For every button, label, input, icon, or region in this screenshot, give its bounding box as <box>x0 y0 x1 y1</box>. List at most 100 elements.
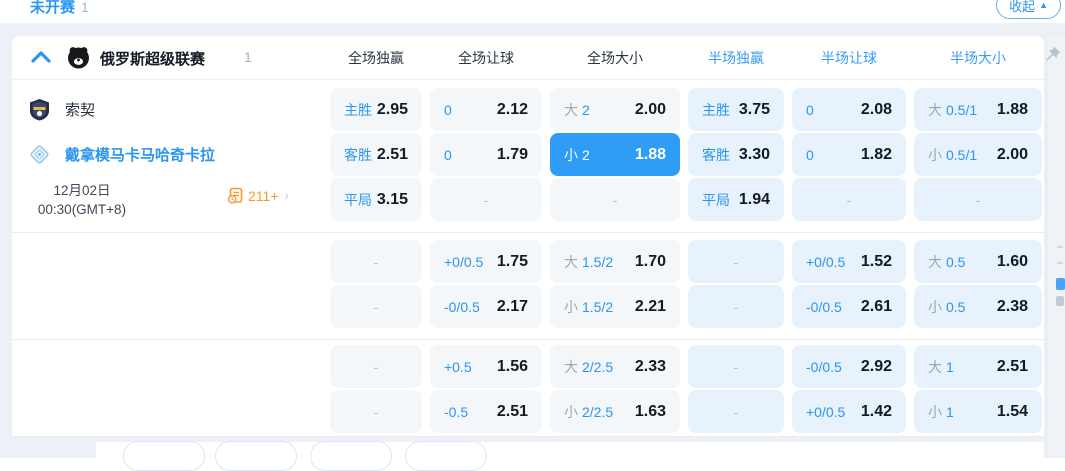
bet-label: -0.5 <box>444 404 468 420</box>
bet-label-prefix: 小 <box>928 403 942 420</box>
odds-row: 主胜 2.95 0 2.12 大 2 2.00 主胜 3.75 0 2.08 大 0.5/1 1.88 <box>330 88 1042 131</box>
odds-row: 平局 3.15- - 平局 1.94- - <box>330 178 1042 221</box>
bet-line: 1 <box>946 403 954 420</box>
odds-value: 1.70 <box>634 252 666 270</box>
odds-value: 2.38 <box>996 297 1028 315</box>
collapse-all-label: 收起 <box>1009 0 1036 14</box>
odds-cell-empty: - <box>330 390 422 433</box>
bet-line: 0.5 <box>946 253 966 270</box>
bet-line: 0 <box>806 101 814 118</box>
bet-label: +0/0.5 <box>806 404 845 420</box>
bottom-pill[interactable] <box>405 441 487 471</box>
odds-cell[interactable]: 大 0.5 1.60 <box>914 240 1042 283</box>
odds-cell[interactable]: +0/0.5 1.75 <box>430 240 542 283</box>
odds-cell[interactable]: +0/0.5 1.42 <box>792 390 906 433</box>
odds-cell[interactable]: 大 1.5/2 1.70 <box>550 240 680 283</box>
league-header-row[interactable]: 俄罗斯超级联赛 1 全场独赢 全场让球 全场大小 半场独赢 半场让球 半场大小 <box>12 36 1044 80</box>
odds-cell[interactable]: 平局 3.15 <box>330 178 422 221</box>
floating-widget-mark <box>1057 262 1063 264</box>
bet-label: 大 1.5/2 <box>564 252 613 272</box>
collapse-all-button[interactable]: 收起 ▲ <box>996 0 1061 19</box>
odds-value: 1.75 <box>496 252 528 270</box>
odds-row: - +0.5 1.56 大 2/2.5 2.33- -0/0.5 2.92 大 1 2.51 <box>330 345 1042 388</box>
away-team-name[interactable]: 戴拿模马卡马哈奇卡拉 <box>65 144 215 165</box>
bet-line: +0.5 <box>444 358 472 375</box>
empty-dash: - <box>373 358 379 375</box>
bet-line: 主胜 <box>344 101 372 118</box>
odds-cell-empty: - <box>688 240 784 283</box>
floating-widget-gray-icon[interactable] <box>1056 296 1064 306</box>
bet-label: 平局 <box>702 190 730 210</box>
tab-count: 1 <box>81 0 89 15</box>
odds-cell[interactable]: 大 0.5/1 1.88 <box>914 88 1042 131</box>
markets-list-icon <box>227 187 243 204</box>
odds-cell[interactable]: 主胜 2.95 <box>330 88 422 131</box>
odds-cell[interactable]: 0 2.12 <box>430 88 542 131</box>
odds-cell-empty: - <box>914 178 1042 221</box>
section-divider <box>12 232 1044 233</box>
odds-value: 2.61 <box>860 297 892 315</box>
bet-label: +0.5 <box>444 359 472 375</box>
bet-line: 2/2.5 <box>582 358 614 375</box>
odds-cell[interactable]: 平局 1.94 <box>688 178 784 221</box>
col-header-halftime-handicap: 半场让球 <box>821 50 877 66</box>
bet-label: 大 0.5 <box>928 252 965 272</box>
odds-cell[interactable]: 大 2/2.5 2.33 <box>550 345 680 388</box>
bet-line: +0/0.5 <box>444 253 484 270</box>
odds-value: 2.51 <box>376 145 408 163</box>
bottom-pill[interactable] <box>215 441 297 471</box>
bottom-pill[interactable] <box>310 441 392 471</box>
column-headers: 全场独赢 全场让球 全场大小 半场独赢 半场让球 半场大小 <box>330 36 1042 80</box>
empty-dash: - <box>846 191 852 208</box>
odds-cell-selected[interactable]: 小 2 1.88 <box>550 133 680 176</box>
bet-line: 客胜 <box>344 146 372 163</box>
tab-not-started[interactable]: 未开赛 1 <box>30 0 89 17</box>
bet-label: 小 0.5/1 <box>928 145 977 165</box>
odds-cell[interactable]: 小 0.5 2.38 <box>914 285 1042 328</box>
odds-cell[interactable]: 大 1 2.51 <box>914 345 1042 388</box>
bet-line: 0 <box>444 146 452 163</box>
odds-cell[interactable]: -0/0.5 2.92 <box>792 345 906 388</box>
bet-label: 0 <box>444 102 452 118</box>
odds-cell[interactable]: 主胜 3.75 <box>688 88 784 131</box>
home-team-logo <box>30 99 49 121</box>
odds-cell[interactable]: +0.5 1.56 <box>430 345 542 388</box>
odds-cell[interactable]: -0.5 2.51 <box>430 390 542 433</box>
bet-label: 小1 <box>928 402 954 422</box>
odds-cell[interactable]: 客胜 3.30 <box>688 133 784 176</box>
bet-line: 1.5/2 <box>582 298 614 315</box>
odds-cell[interactable]: 客胜 2.51 <box>330 133 422 176</box>
bet-label: 大1 <box>928 357 954 377</box>
odds-row: - -0/0.5 2.17 小 1.5/2 2.21- -0/0.5 2.61 小 0.5 2.38 <box>330 285 1042 328</box>
odds-value: 2.95 <box>376 100 408 118</box>
empty-dash: - <box>733 403 739 420</box>
odds-cell[interactable]: 小 2/2.5 1.63 <box>550 390 680 433</box>
bottom-pill[interactable] <box>123 441 205 471</box>
odds-value: 1.82 <box>860 145 892 163</box>
odds-cell[interactable]: +0/0.5 1.52 <box>792 240 906 283</box>
chevron-up-icon[interactable] <box>30 48 52 68</box>
odds-cell[interactable]: 小 1 1.54 <box>914 390 1042 433</box>
odds-value: 1.94 <box>738 190 770 208</box>
bet-line: 0 <box>806 146 814 163</box>
odds-cell[interactable]: 小 1.5/2 2.21 <box>550 285 680 328</box>
empty-dash: - <box>373 403 379 420</box>
odds-cell[interactable]: 0 1.82 <box>792 133 906 176</box>
odds-cell[interactable]: 大 2 2.00 <box>550 88 680 131</box>
odds-cell-empty: - <box>430 178 542 221</box>
bet-line: -0/0.5 <box>806 298 842 315</box>
odds-cell[interactable]: 小 0.5/1 2.00 <box>914 133 1042 176</box>
odds-value: 2.00 <box>634 100 666 118</box>
odds-block: - +0.5 1.56 大 2/2.5 2.33 - -0/0.5 2.92 大 1 2.51 - -0.… <box>330 345 1042 435</box>
bet-label-prefix: 大 <box>564 101 578 118</box>
odds-block: 主胜 2.95 0 2.12 大 2 2.00 主胜 3.75 0 2.08 大 0.5/1 1.88 客胜… <box>330 88 1042 223</box>
more-markets-link[interactable]: 211+ › <box>227 187 289 204</box>
odds-cell-empty: - <box>330 240 422 283</box>
odds-cell[interactable]: 0 1.79 <box>430 133 542 176</box>
odds-cell[interactable]: 0 2.08 <box>792 88 906 131</box>
pushpin-icon[interactable] <box>1044 45 1062 63</box>
odds-cell[interactable]: -0/0.5 2.17 <box>430 285 542 328</box>
odds-cell[interactable]: -0/0.5 2.61 <box>792 285 906 328</box>
empty-dash: - <box>373 298 379 315</box>
floating-widget-blue-icon[interactable] <box>1056 278 1065 290</box>
